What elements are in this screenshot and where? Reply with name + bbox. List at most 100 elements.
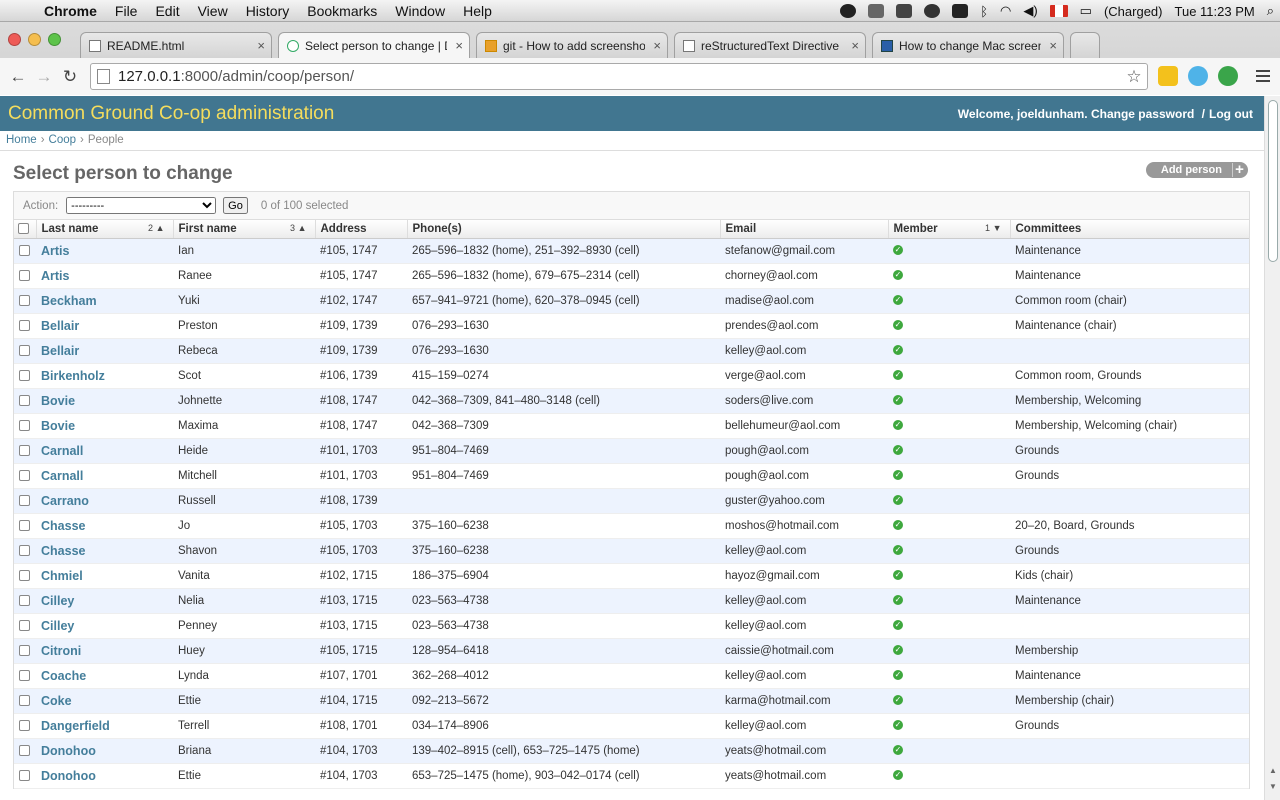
person-link[interactable]: Coke	[41, 694, 72, 708]
row-checkbox[interactable]	[19, 319, 30, 331]
row-checkbox[interactable]	[19, 369, 30, 381]
person-link[interactable]: Cilley	[41, 619, 74, 633]
row-checkbox[interactable]	[19, 269, 30, 281]
row-checkbox[interactable]	[19, 519, 30, 531]
person-link[interactable]: Bovie	[41, 394, 75, 408]
tab-restructuredtext[interactable]: reStructuredText Directive ×	[674, 32, 866, 58]
menu-edit[interactable]: Edit	[146, 3, 188, 19]
row-checkbox[interactable]	[19, 694, 30, 706]
close-tab-icon[interactable]: ×	[653, 38, 661, 53]
battery-status[interactable]: (Charged)	[1104, 4, 1163, 19]
reload-button[interactable]: ↻	[58, 67, 82, 87]
person-link[interactable]: Birkenholz	[41, 369, 105, 383]
row-checkbox[interactable]	[19, 569, 30, 581]
person-link[interactable]: Chasse	[41, 544, 85, 558]
row-checkbox[interactable]	[19, 544, 30, 556]
spotlight-search-icon[interactable]: ⌕	[1267, 3, 1274, 19]
column-first-name[interactable]: First name 3 ▲	[172, 220, 315, 239]
close-tab-icon[interactable]: ×	[455, 38, 463, 53]
person-link[interactable]: Beckham	[41, 294, 97, 308]
column-last-name[interactable]: Last name 2 ▲	[35, 220, 173, 239]
battery-icon[interactable]: ▭	[1080, 3, 1092, 19]
minimize-window-button[interactable]	[28, 33, 41, 46]
person-link[interactable]: Citroni	[41, 644, 81, 658]
row-checkbox[interactable]	[19, 494, 30, 506]
row-checkbox[interactable]	[19, 769, 30, 781]
column-email[interactable]: Email	[719, 220, 888, 239]
notification-icon[interactable]	[840, 4, 857, 18]
chrome-menu-icon[interactable]	[1256, 70, 1270, 85]
display-icon[interactable]	[952, 4, 969, 18]
person-link[interactable]: Carrano	[41, 494, 89, 508]
person-link[interactable]: Carnall	[41, 469, 83, 483]
scrollbar-thumb[interactable]	[1268, 100, 1278, 262]
person-link[interactable]: Carnall	[41, 444, 83, 458]
person-link[interactable]: Bellair	[41, 319, 79, 333]
person-link[interactable]: Coache	[41, 669, 86, 683]
menu-window[interactable]: Window	[386, 3, 454, 19]
close-tab-icon[interactable]: ×	[851, 38, 859, 53]
scroll-up-arrow-icon[interactable]: ▲	[1269, 766, 1277, 775]
menu-history[interactable]: History	[237, 3, 299, 19]
breadcrumb-home[interactable]: Home	[6, 134, 37, 147]
person-link[interactable]: Artis	[41, 244, 69, 258]
row-checkbox[interactable]	[19, 444, 30, 456]
site-branding[interactable]: Common Ground Co-op administration	[8, 103, 334, 125]
row-checkbox[interactable]	[19, 419, 30, 431]
row-checkbox[interactable]	[19, 594, 30, 606]
tab-readme[interactable]: README.html ×	[80, 32, 272, 58]
menu-view[interactable]: View	[189, 3, 237, 19]
bookmark-star-icon[interactable]: ☆	[1121, 67, 1147, 87]
row-checkbox[interactable]	[19, 619, 30, 631]
zoom-window-button[interactable]	[48, 33, 61, 46]
select-all-checkbox[interactable]	[18, 223, 29, 235]
person-link[interactable]: Chmiel	[41, 569, 83, 583]
input-source-flag-icon[interactable]	[1049, 5, 1068, 17]
back-button[interactable]: ←	[6, 67, 30, 87]
row-checkbox[interactable]	[19, 394, 30, 406]
menu-bookmarks[interactable]: Bookmarks	[298, 3, 386, 19]
add-person-button[interactable]: Add person +	[1145, 162, 1248, 178]
row-checkbox[interactable]	[19, 469, 30, 481]
row-checkbox[interactable]	[19, 644, 30, 656]
address-bar[interactable]: 127.0.0.1:8000/admin/coop/person/ ☆	[90, 63, 1148, 90]
sort-ascending-icon[interactable]: ▲	[156, 223, 165, 233]
close-window-button[interactable]	[8, 33, 21, 46]
menu-app-name[interactable]: Chrome	[40, 3, 106, 19]
tab-mac-screen[interactable]: How to change Mac screen ×	[872, 32, 1064, 58]
go-button[interactable]: Go	[223, 197, 248, 214]
person-link[interactable]: Bovie	[41, 419, 75, 433]
person-link[interactable]: Donohoo	[41, 769, 96, 783]
person-link[interactable]: Cilley	[41, 594, 74, 608]
new-tab-button[interactable]	[1070, 32, 1100, 58]
row-checkbox[interactable]	[19, 244, 30, 256]
volume-icon[interactable]: ◀)	[1023, 3, 1037, 19]
change-password-link[interactable]: Change password	[1091, 107, 1194, 121]
sync-icon[interactable]	[896, 4, 913, 18]
column-address[interactable]: Address	[314, 220, 407, 239]
extension-icon[interactable]	[1158, 66, 1178, 86]
page-info-icon[interactable]	[97, 69, 110, 84]
scroll-down-arrow-icon[interactable]: ▼	[1269, 782, 1277, 791]
extension-icon[interactable]	[1188, 66, 1208, 86]
page-scrollbar[interactable]: ▲ ▼	[1264, 96, 1280, 800]
tab-select-person[interactable]: Select person to change | D ×	[278, 32, 470, 58]
sort-descending-icon[interactable]: ▼	[993, 223, 1002, 233]
person-link[interactable]: Donohoo	[41, 744, 96, 758]
close-tab-icon[interactable]: ×	[1049, 38, 1057, 53]
wifi-icon[interactable]: ◠	[1000, 3, 1011, 19]
address-url[interactable]: 127.0.0.1:8000/admin/coop/person/	[118, 68, 1121, 85]
tab-git-screenshot[interactable]: git - How to add screensho ×	[476, 32, 668, 58]
row-checkbox[interactable]	[19, 744, 30, 756]
person-link[interactable]: Chasse	[41, 519, 85, 533]
logout-link[interactable]: Log out	[1209, 107, 1253, 121]
row-checkbox[interactable]	[19, 294, 30, 306]
row-checkbox[interactable]	[19, 669, 30, 681]
menu-help[interactable]: Help	[454, 3, 501, 19]
person-link[interactable]: Dangerfield	[41, 719, 110, 733]
column-committees[interactable]: Committees	[1009, 220, 1249, 239]
person-link[interactable]: Artis	[41, 269, 69, 283]
sort-ascending-icon[interactable]: ▲	[298, 223, 307, 233]
menubar-clock[interactable]: Tue 11:23 PM	[1175, 4, 1255, 19]
time-machine-icon[interactable]	[924, 4, 941, 18]
